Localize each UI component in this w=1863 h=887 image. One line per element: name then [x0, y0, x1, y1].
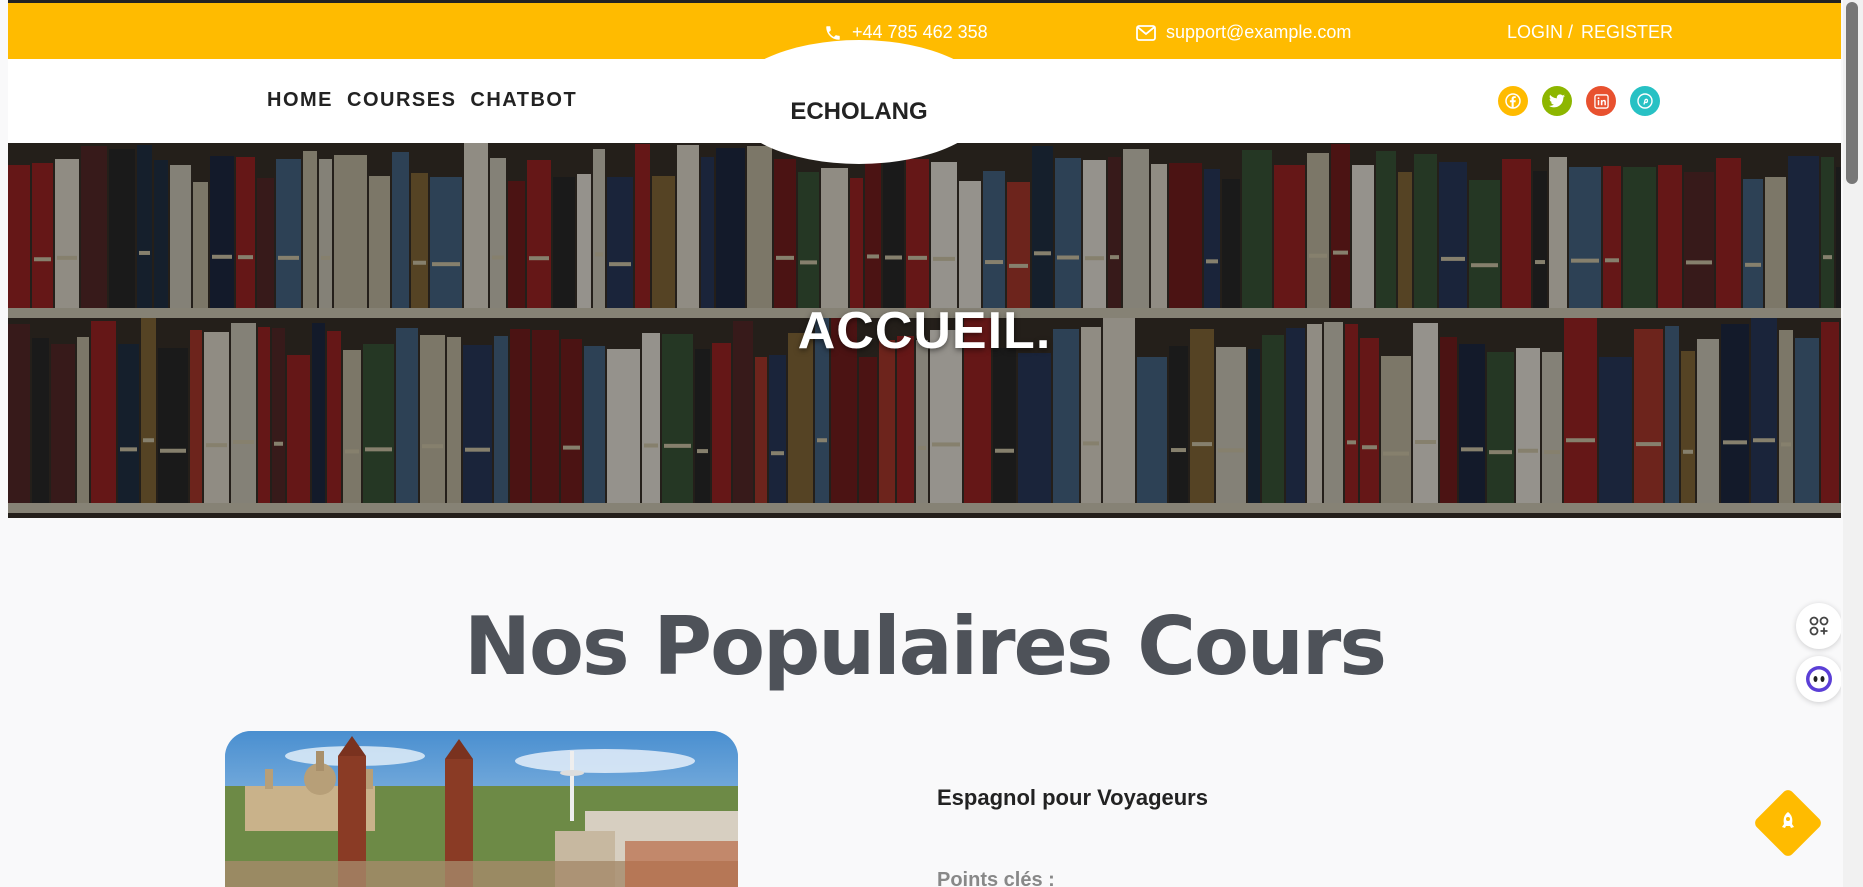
email-address: support@example.com: [1166, 22, 1352, 42]
envelope-icon: [1136, 24, 1156, 41]
scrollbar-thumb[interactable]: [1846, 2, 1858, 184]
nav-home[interactable]: HOME: [267, 89, 333, 112]
courses-section-title: Nos Populaires Cours: [464, 600, 1387, 693]
nav-chatbot[interactable]: CHATBOT: [470, 89, 577, 112]
course-points-label: Points clés :: [937, 869, 1055, 887]
register-link[interactable]: REGISTER: [1581, 22, 1673, 43]
apps-icon: [1809, 616, 1829, 636]
rocket-icon: [1782, 812, 1794, 828]
linkedin-icon[interactable]: [1586, 86, 1616, 116]
assistant-face-icon: [1806, 666, 1832, 692]
social-links: [1498, 86, 1660, 116]
nav-courses[interactable]: COURSES: [347, 89, 456, 112]
email-contact[interactable]: support@example.com: [1136, 22, 1351, 43]
course-image-barcelona[interactable]: [225, 731, 738, 887]
apps-button[interactable]: [1796, 603, 1841, 649]
phone-icon: [826, 25, 840, 40]
auth-links: LOGIN / REGISTER: [1507, 22, 1673, 43]
page: +44 785 462 358 support@example.com LOGI…: [8, 0, 1841, 887]
twitter-icon[interactable]: [1542, 86, 1572, 116]
assistant-button[interactable]: [1796, 656, 1841, 702]
pinterest-icon[interactable]: [1630, 86, 1660, 116]
hero-title: ACCUEIL.: [797, 302, 1052, 360]
facebook-icon[interactable]: [1498, 86, 1528, 116]
nav-links: HOME COURSES CHATBOT: [267, 89, 577, 112]
site-logo[interactable]: ECHOLANG: [728, 98, 990, 126]
hero-banner: ACCUEIL.: [8, 143, 1841, 518]
course-title: Espagnol pour Voyageurs: [937, 785, 1208, 810]
login-link[interactable]: LOGIN /: [1507, 22, 1573, 43]
